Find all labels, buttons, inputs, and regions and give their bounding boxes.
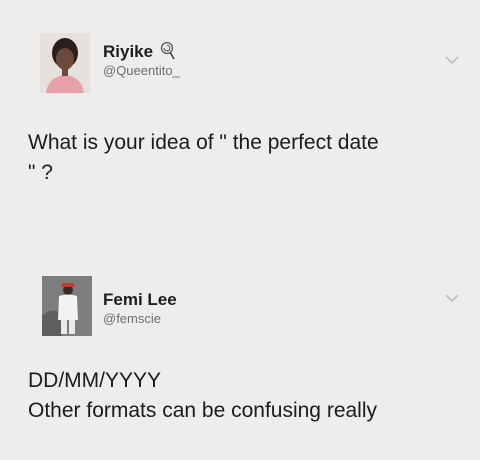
tweet-riyike[interactable]: Riyike @Queentito_ What is your idea of … [0, 0, 480, 262]
avatar[interactable] [40, 33, 90, 93]
tweet-text-line: Other formats can be confusing really [28, 399, 378, 422]
display-name-text[interactable]: Riyike [103, 42, 153, 61]
lollipop-icon [159, 41, 175, 65]
handle[interactable]: @femscie [103, 311, 161, 326]
tweet-femi-lee[interactable]: Femi Lee @femscie DD/MM/YYYY Other forma… [0, 262, 480, 460]
tweet-text: DD/MM/YYYY Other formats can be confusin… [28, 366, 468, 426]
display-name[interactable]: Femi Lee [103, 290, 177, 310]
chevron-down-icon[interactable] [443, 291, 461, 303]
tweet-text-line: What is your idea of " the perfect date [28, 131, 379, 154]
display-name[interactable]: Riyike [103, 41, 175, 65]
tweet-text-line: " ? [28, 161, 53, 184]
tweet-text-line: DD/MM/YYYY [28, 369, 162, 392]
avatar[interactable] [42, 276, 92, 336]
chevron-down-icon[interactable] [443, 53, 461, 65]
handle[interactable]: @Queentito_ [103, 63, 180, 78]
tweet-text: What is your idea of " the perfect date … [28, 128, 458, 188]
